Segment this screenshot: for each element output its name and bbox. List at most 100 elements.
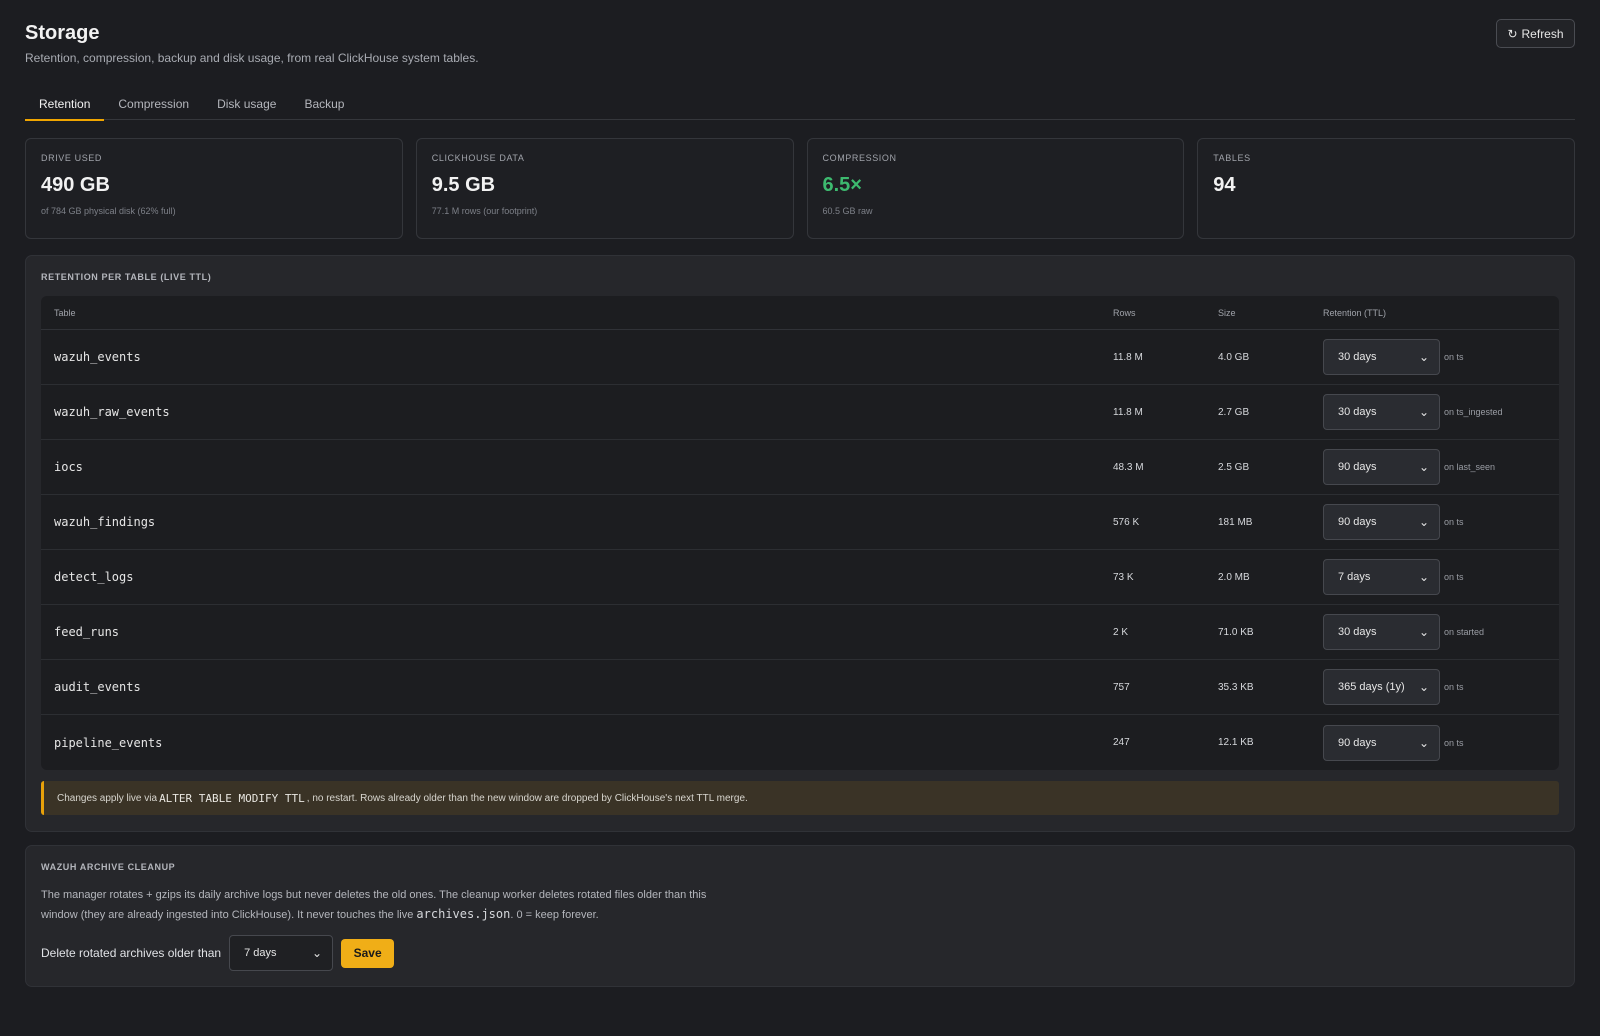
table-row: wazuh_raw_events 11.8 M 2.7 GB 30 days ⌄ on t… <box>41 385 1559 440</box>
ttl-select[interactable]: 365 days (1y) ⌄ <box>1323 669 1440 705</box>
tab-backup[interactable]: Backup <box>290 88 358 120</box>
ttl-select[interactable]: 90 days ⌄ <box>1323 449 1440 485</box>
stat-card-compression: COMPRESSION 6.5× 60.5 GB raw <box>806 138 1185 239</box>
table-name: audit_events <box>54 680 141 694</box>
stat-sub: of 784 GB physical disk (62% full) <box>41 206 176 216</box>
col-header-size: Size <box>1218 307 1236 318</box>
table-size: 181 MB <box>1218 516 1253 528</box>
retention-cell: 90 days ⌄ on ts <box>1323 504 1559 540</box>
stat-card-tables: TABLES 94 <box>1197 138 1575 239</box>
page-title: Storage <box>25 22 100 44</box>
table-name: wazuh_events <box>54 350 141 364</box>
table-row: iocs 48.3 M 2.5 GB 90 days ⌄ on last_seen <box>41 440 1559 495</box>
tab-retention[interactable]: Retention <box>25 88 105 121</box>
stat-value: 9.5 GB <box>431 174 496 196</box>
select-value: 30 days <box>1338 626 1377 638</box>
chevron-down-icon: ⌄ <box>1418 515 1429 529</box>
chevron-down-icon: ⌄ <box>1418 680 1429 694</box>
ttl-column-label: on ts <box>1444 517 1464 527</box>
ttl-column-label: on started <box>1444 627 1485 637</box>
save-button[interactable]: Save <box>341 938 395 968</box>
retention-cell: 30 days ⌄ on started <box>1323 614 1559 650</box>
table-size: 2.0 MB <box>1218 571 1250 583</box>
table-name: feed_runs <box>54 625 120 639</box>
ttl-column-label: on last_seen <box>1444 462 1496 472</box>
archive-desc-after: . 0 = keep forever. <box>510 909 599 921</box>
select-value: 30 days <box>1338 351 1377 363</box>
live-change-notice: Changes apply live via ALTER TABLE MODIF… <box>41 781 1559 815</box>
retention-panel-title: RETENTION PER TABLE (LIVE TTL) <box>41 272 212 282</box>
table-row: feed_runs 2 K 71.0 KB 30 days ⌄ on started <box>41 605 1559 660</box>
select-value: 90 days <box>1338 736 1377 749</box>
refresh-label: Refresh <box>1521 26 1564 41</box>
chevron-down-icon: ⌄ <box>1418 625 1429 639</box>
ttl-select[interactable]: 30 days ⌄ <box>1323 614 1440 650</box>
stat-sub: 60.5 GB raw <box>822 206 873 216</box>
stat-value: 490 GB <box>41 174 110 196</box>
archive-retention-select[interactable]: 7 days ⌄ <box>229 935 334 971</box>
select-value: 90 days <box>1338 516 1377 528</box>
table-size: 12.1 KB <box>1218 737 1254 748</box>
row-count: 11.8 M <box>1113 406 1143 418</box>
chevron-down-icon: ⌄ <box>312 946 323 960</box>
stats-row: DRIVE USED 490 GB of 784 GB physical dis… <box>25 138 1575 239</box>
cleanup-label: Delete rotated archives older than <box>41 946 222 960</box>
notice-text-after: , no restart. Rows already older than th… <box>306 792 748 804</box>
tab-disk-usage[interactable]: Disk usage <box>203 88 290 120</box>
ttl-select[interactable]: 90 days ⌄ <box>1323 724 1440 761</box>
table-size: 2.5 GB <box>1218 461 1250 473</box>
select-value: 7 days <box>1338 571 1371 583</box>
table-size: 2.7 GB <box>1218 406 1250 418</box>
ttl-select[interactable]: 30 days ⌄ <box>1323 339 1440 375</box>
table-row: audit_events 757 35.3 KB 365 days (1y) ⌄ on t… <box>41 660 1559 715</box>
col-header-retention: Retention (TTL) <box>1323 307 1387 318</box>
table-name: detect_logs <box>54 570 134 584</box>
archive-desc-before: The manager rotates + gzips its daily ar… <box>41 889 707 921</box>
select-value: 90 days <box>1338 461 1377 473</box>
ttl-column-label: on ts <box>1444 737 1464 748</box>
refresh-icon: ↻ <box>1507 26 1518 41</box>
stat-label: CLICKHOUSE DATA <box>431 153 525 163</box>
table-size: 71.0 KB <box>1218 626 1254 638</box>
tab-compression[interactable]: Compression <box>104 88 203 120</box>
table-row: wazuh_events 11.8 M 4.0 GB 30 days ⌄ on ts <box>41 330 1559 385</box>
table-name: pipeline_events <box>54 735 163 750</box>
row-count: 757 <box>1113 681 1130 693</box>
select-value: 7 days <box>244 947 277 959</box>
retention-cell: 30 days ⌄ on ts_ingested <box>1323 394 1559 430</box>
retention-table: Table Rows Size Retention (TTL) wazuh_ev… <box>41 296 1559 770</box>
table-body: wazuh_events 11.8 M 4.0 GB 30 days ⌄ on ts waz… <box>41 330 1559 770</box>
ttl-select[interactable]: 90 days ⌄ <box>1323 504 1440 540</box>
stat-card-drive-used: DRIVE USED 490 GB of 784 GB physical dis… <box>25 138 403 239</box>
chevron-down-icon: ⌄ <box>1418 735 1429 750</box>
table-row: wazuh_findings 576 K 181 MB 90 days ⌄ on ts <box>41 495 1559 550</box>
row-count: 73 K <box>1113 571 1134 583</box>
retention-cell: 90 days ⌄ on ts <box>1323 724 1559 761</box>
page-subtitle: Retention, compression, backup and disk … <box>25 51 479 65</box>
ttl-column-label: on ts <box>1444 572 1464 582</box>
chevron-down-icon: ⌄ <box>1418 405 1429 419</box>
table-name: wazuh_findings <box>54 515 156 529</box>
chevron-down-icon: ⌄ <box>1418 460 1429 474</box>
notice-code: ALTER TABLE MODIFY TTL <box>159 791 305 805</box>
table-size: 4.0 GB <box>1218 351 1250 363</box>
chevron-down-icon: ⌄ <box>1418 350 1429 364</box>
row-count: 247 <box>1113 737 1130 748</box>
retention-cell: 365 days (1y) ⌄ on ts <box>1323 669 1559 705</box>
stat-label: COMPRESSION <box>822 153 897 163</box>
ttl-select[interactable]: 7 days ⌄ <box>1323 559 1440 595</box>
chevron-down-icon: ⌄ <box>1418 570 1429 584</box>
select-value: 365 days (1y) <box>1338 681 1405 693</box>
notice-text-before: Changes apply live via <box>57 792 158 804</box>
ttl-select[interactable]: 30 days ⌄ <box>1323 394 1440 430</box>
row-count: 576 K <box>1113 516 1140 528</box>
page-header: Storage Retention, compression, backup a… <box>25 0 1575 88</box>
refresh-button[interactable]: ↻ Refresh <box>1496 19 1575 48</box>
row-count: 48.3 M <box>1113 461 1144 473</box>
tab-bar: Retention Compression Disk usage Backup <box>25 88 1575 121</box>
stat-label: DRIVE USED <box>41 153 103 163</box>
stat-label: TABLES <box>1213 153 1251 163</box>
ttl-column-label: on ts <box>1444 682 1464 692</box>
retention-panel: RETENTION PER TABLE (LIVE TTL) Table Row… <box>25 255 1575 832</box>
row-count: 11.8 M <box>1113 351 1143 363</box>
